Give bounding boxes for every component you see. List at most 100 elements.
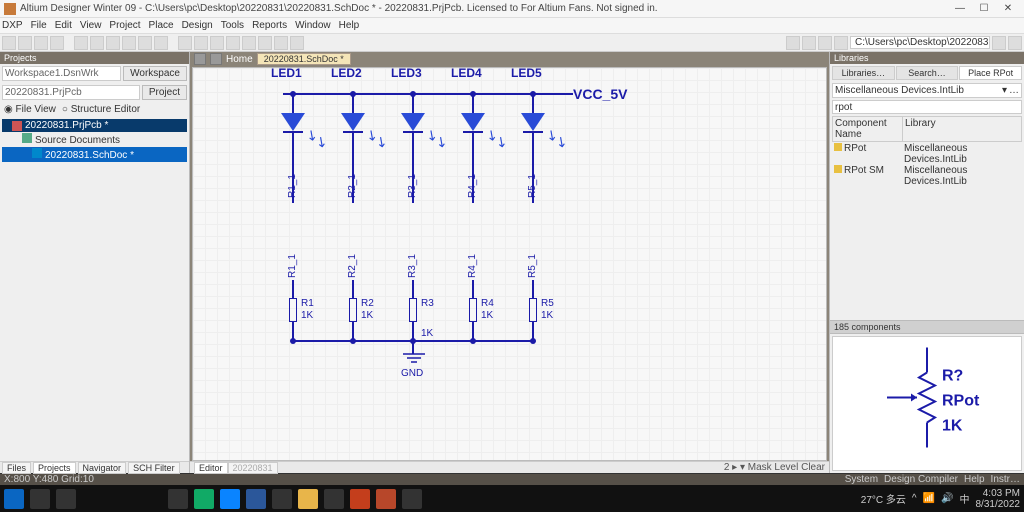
tree-schdoc[interactable]: 20220831.SchDoc * [2, 147, 187, 162]
taskbar-app[interactable] [168, 489, 188, 509]
windows-taskbar[interactable]: 27°C 多云 ^ 📶 🔊 中 4:03 PM 8/31/2022 [0, 485, 1024, 512]
foot-design-compiler[interactable]: Design Compiler [884, 474, 958, 485]
task-view-icon[interactable] [56, 489, 76, 509]
file-view-radio[interactable]: ◉ File View [4, 104, 56, 115]
tool-btn[interactable] [122, 36, 136, 50]
taskbar-app[interactable] [298, 489, 318, 509]
tool-btn[interactable] [210, 36, 224, 50]
schematic-canvas[interactable]: LED1 LED2 LED3 LED4 LED5 VCC_5V ↘↘ [192, 67, 827, 461]
menu-project[interactable]: Project [109, 20, 140, 31]
project-combo[interactable]: 20220831.PrjPcb [2, 85, 140, 100]
tool-btn[interactable] [290, 36, 304, 50]
taskbar-app[interactable] [220, 489, 240, 509]
start-button[interactable] [4, 489, 24, 509]
tool-btn[interactable] [18, 36, 32, 50]
tool-btn[interactable] [90, 36, 104, 50]
foot-help[interactable]: Help [964, 474, 985, 485]
tool-btn[interactable] [802, 36, 816, 50]
doc-tab[interactable]: 20220831.SchDoc * [257, 53, 351, 65]
workspace-combo[interactable]: Workspace1.DsnWrk [2, 66, 121, 81]
project-button[interactable]: Project [142, 85, 187, 100]
editor-tab[interactable]: Editor [194, 462, 228, 474]
foot-tab-files[interactable]: Files [2, 462, 31, 474]
menu-window[interactable]: Window [295, 20, 331, 31]
tool-btn[interactable] [834, 36, 848, 50]
menu-place[interactable]: Place [149, 20, 174, 31]
foot-tab-navigator[interactable]: Navigator [78, 462, 127, 474]
tool-btn[interactable] [194, 36, 208, 50]
tree-source-documents[interactable]: Source Documents [2, 132, 187, 147]
tool-btn[interactable] [138, 36, 152, 50]
foot-tab-schfilter[interactable]: SCH Filter [128, 462, 180, 474]
menu-tools[interactable]: Tools [221, 20, 244, 31]
component-row[interactable]: RPot Miscellaneous Devices.IntLib [832, 143, 1022, 165]
tool-btn[interactable] [992, 36, 1006, 50]
wire [352, 280, 354, 298]
path-box[interactable]: C:\Users\pc\Desktop\20220831 ▾ [850, 36, 990, 49]
taskbar-app[interactable] [246, 489, 266, 509]
minimize-button[interactable]: — [948, 3, 972, 14]
maximize-button[interactable]: ☐ [972, 3, 996, 14]
workspace-button[interactable]: Workspace [123, 66, 187, 81]
library-combo[interactable]: Miscellaneous Devices.IntLib▾… [832, 83, 1022, 98]
tool-btn[interactable] [818, 36, 832, 50]
tool-btn[interactable] [178, 36, 192, 50]
component-search-input[interactable]: rpot [832, 100, 1022, 114]
nav-back-button[interactable] [194, 53, 206, 65]
tool-btn[interactable] [274, 36, 288, 50]
component-row[interactable]: RPot SM Miscellaneous Devices.IntLib [832, 165, 1022, 187]
tool-btn[interactable] [74, 36, 88, 50]
menu-help[interactable]: Help [339, 20, 360, 31]
col-component-name[interactable]: Component Name [833, 117, 903, 141]
component-icon [834, 165, 842, 173]
menu-edit[interactable]: Edit [55, 20, 72, 31]
system-tray[interactable]: 27°C 多云 ^ 📶 🔊 中 4:03 PM 8/31/2022 [861, 488, 1020, 510]
home-button[interactable]: Home [226, 54, 253, 65]
tool-btn[interactable] [34, 36, 48, 50]
taskbar-app[interactable] [194, 489, 214, 509]
led5-label: LED5 [511, 67, 542, 80]
structure-editor-radio[interactable]: ○ Structure Editor [62, 104, 140, 115]
vcc-label: VCC_5V [573, 86, 627, 102]
place-button[interactable]: Place RPot [959, 66, 1022, 80]
weather-widget[interactable]: 27°C 多云 [861, 491, 906, 506]
tool-btn[interactable] [106, 36, 120, 50]
taskbar-app[interactable] [402, 489, 422, 509]
menu-dxp[interactable]: DXP [2, 20, 23, 31]
menu-reports[interactable]: Reports [252, 20, 287, 31]
tray-ime-icon[interactable]: 中 [960, 491, 970, 506]
editor-doc-tab[interactable]: 20220831 [228, 462, 278, 474]
tool-btn[interactable] [786, 36, 800, 50]
col-library[interactable]: Library [903, 117, 1021, 141]
close-button[interactable]: ✕ [996, 3, 1020, 14]
tool-btn[interactable] [258, 36, 272, 50]
tool-btn[interactable] [50, 36, 64, 50]
tree-project[interactable]: 20220831.PrjPcb * [2, 119, 187, 132]
search-button[interactable]: Search… [896, 66, 959, 80]
clock-date[interactable]: 8/31/2022 [976, 499, 1021, 510]
clock-time[interactable]: 4:03 PM [976, 488, 1021, 499]
tool-btn[interactable] [242, 36, 256, 50]
libraries-button[interactable]: Libraries… [832, 66, 895, 80]
net-r2-1: R2_1 [347, 254, 358, 278]
tool-btn[interactable] [1008, 36, 1022, 50]
menu-view[interactable]: View [80, 20, 102, 31]
junction-node [290, 91, 296, 97]
tool-btn[interactable] [226, 36, 240, 50]
tool-btn[interactable] [2, 36, 16, 50]
tray-up-icon[interactable]: ^ [912, 493, 917, 504]
foot-system[interactable]: System [845, 474, 878, 485]
tray-network-icon[interactable]: 📶 [923, 493, 935, 504]
taskbar-app[interactable] [272, 489, 292, 509]
tray-volume-icon[interactable]: 🔊 [941, 493, 953, 504]
nav-fwd-button[interactable] [210, 53, 222, 65]
taskbar-app[interactable] [350, 489, 370, 509]
foot-tab-projects[interactable]: Projects [33, 462, 76, 474]
menu-file[interactable]: File [31, 20, 47, 31]
tool-btn[interactable] [154, 36, 168, 50]
taskbar-app[interactable] [376, 489, 396, 509]
foot-instr[interactable]: Instr… [991, 474, 1020, 485]
search-icon[interactable] [30, 489, 50, 509]
menu-design[interactable]: Design [182, 20, 213, 31]
taskbar-app[interactable] [324, 489, 344, 509]
